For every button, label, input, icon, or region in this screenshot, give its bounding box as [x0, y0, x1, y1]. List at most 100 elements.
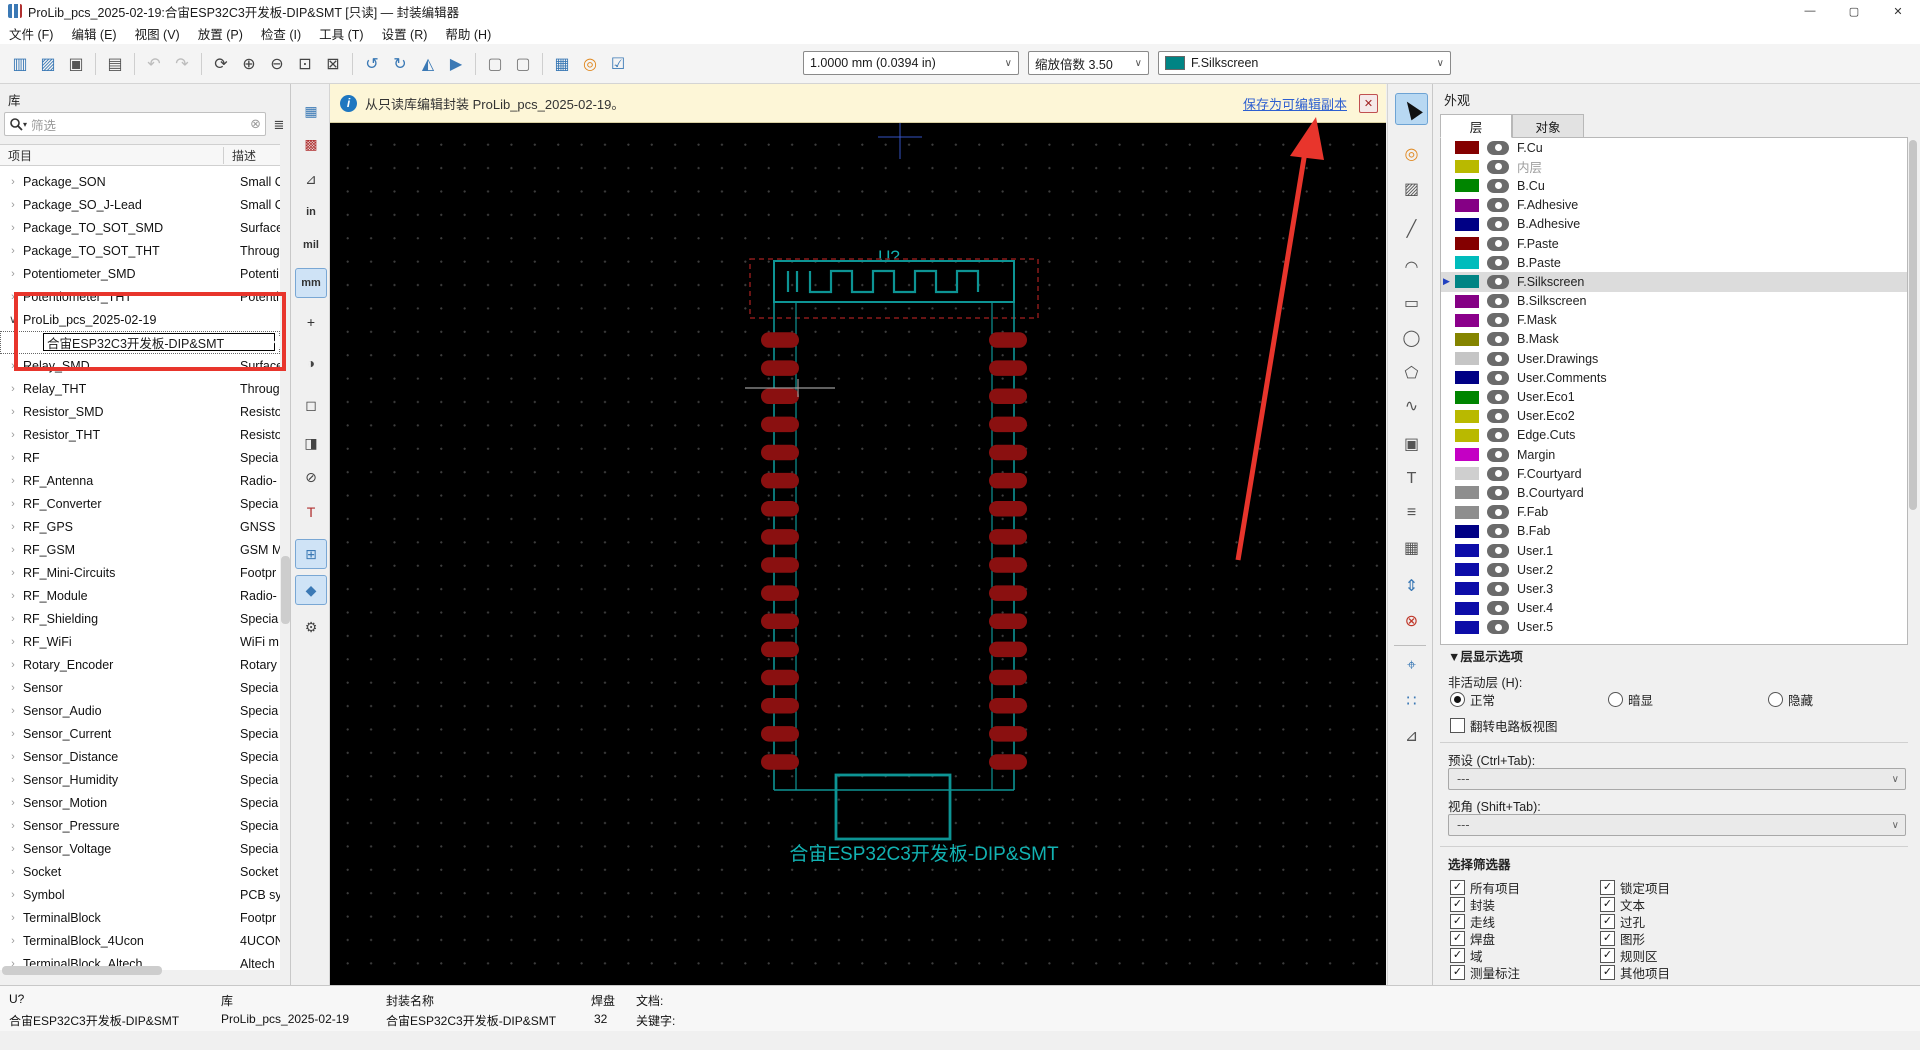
tree-row[interactable]: ›TerminalBlockFootpr	[0, 906, 280, 929]
library-name[interactable]: RF_Module	[23, 589, 88, 603]
layer-row-user-eco2[interactable]: ▶User.Eco2	[1441, 407, 1907, 426]
smd-pad[interactable]	[761, 670, 799, 686]
expand-icon[interactable]: ›	[6, 406, 20, 418]
units-inch-icon[interactable]: in	[295, 197, 327, 227]
expand-icon[interactable]: ›	[6, 728, 20, 740]
arc-tool-icon[interactable]: ◠	[1395, 251, 1428, 283]
layer-color-swatch[interactable]	[1455, 582, 1479, 595]
zoom-combo[interactable]: 缩放倍数 3.50∨	[1028, 51, 1149, 75]
library-name[interactable]: Sensor_Voltage	[23, 842, 111, 856]
infobar-close-icon[interactable]: ✕	[1359, 94, 1378, 113]
smd-pad[interactable]	[761, 417, 799, 433]
radio-normal[interactable]: 正常	[1450, 690, 1495, 709]
tree-row[interactable]: ›Sensor_MotionSpecia	[0, 791, 280, 814]
radio-dim[interactable]: 暗显	[1608, 690, 1653, 709]
pcb-canvas[interactable]: U? 合宙ESP32C3开发板-DI	[330, 123, 1386, 985]
expand-icon[interactable]: ›	[6, 912, 20, 924]
layer-name[interactable]: User.5	[1517, 620, 1553, 634]
layer-row-user-comments[interactable]: ▶User.Comments	[1441, 368, 1907, 387]
library-search-input[interactable]: ▾ 筛选 ⊗	[4, 112, 266, 136]
grid-origin-tool-icon[interactable]: ∷	[1395, 685, 1428, 717]
layer-name[interactable]: Margin	[1517, 448, 1555, 462]
layer-name[interactable]: B.Mask	[1517, 332, 1559, 346]
layer-color-swatch[interactable]	[1455, 275, 1479, 288]
smd-pad[interactable]	[761, 585, 799, 601]
maximize-button[interactable]: ▢	[1832, 0, 1876, 22]
layer-row-b-courtyard[interactable]: ▶B.Courtyard	[1441, 483, 1907, 502]
tree-row[interactable]: ›RF_ConverterSpecia	[0, 492, 280, 515]
expand-icon[interactable]: ›	[6, 452, 20, 464]
library-name[interactable]: Relay_SMD	[23, 359, 90, 373]
smd-pad[interactable]	[761, 501, 799, 517]
rectangle-tool-icon[interactable]: ▭	[1395, 287, 1428, 319]
smd-pad[interactable]	[761, 529, 799, 545]
layer-row-f-silkscreen[interactable]: ▶F.Silkscreen	[1441, 272, 1907, 291]
zoom-out-icon[interactable]: ⊖	[264, 51, 290, 77]
pad-sketch-icon[interactable]: ◻	[295, 390, 327, 420]
layer-row-user-1[interactable]: ▶User.1	[1441, 541, 1907, 560]
layer-display-options-header[interactable]: ▼层显示选项	[1448, 646, 1523, 665]
library-name[interactable]: TerminalBlock_4Ucon	[23, 934, 144, 948]
clear-search-icon[interactable]: ⊗	[250, 116, 261, 132]
smd-pad[interactable]	[989, 670, 1027, 686]
smd-pad[interactable]	[989, 642, 1027, 658]
layer-color-swatch[interactable]	[1455, 256, 1479, 269]
library-name[interactable]: ProLib_pcs_2025-02-19	[23, 313, 156, 327]
tree-sort-button[interactable]: ≣	[268, 112, 290, 138]
layer-row-user-4[interactable]: ▶User.4	[1441, 599, 1907, 618]
pad-tool-icon[interactable]: ◎	[1395, 138, 1428, 170]
expand-icon[interactable]: ›	[6, 820, 20, 832]
layer-color-swatch[interactable]	[1455, 352, 1479, 365]
footprint-tree-icon[interactable]: ⊞	[295, 539, 327, 569]
layer-color-swatch[interactable]	[1455, 295, 1479, 308]
library-name[interactable]: Sensor_Pressure	[23, 819, 120, 833]
anchor-tool-icon[interactable]: ⌖	[1395, 650, 1428, 682]
library-name[interactable]: RF_Mini-Circuits	[23, 566, 115, 580]
layer-row-b-fab[interactable]: ▶B.Fab	[1441, 522, 1907, 541]
save-editable-copy-link[interactable]: 保存为可编辑副本	[1243, 94, 1347, 113]
layer-row-user-2[interactable]: ▶User.2	[1441, 560, 1907, 579]
layer-row-f-paste[interactable]: ▶F.Paste	[1441, 234, 1907, 253]
tree-row[interactable]: ›Sensor_PressureSpecia	[0, 814, 280, 837]
layer-row-内层[interactable]: ▶内层	[1441, 157, 1907, 176]
layer-row-user-5[interactable]: ▶User.5	[1441, 618, 1907, 637]
library-name[interactable]: RF_Converter	[23, 497, 102, 511]
library-name[interactable]: RF_GPS	[23, 520, 73, 534]
expand-icon[interactable]: ›	[6, 222, 20, 234]
smd-pad[interactable]	[761, 642, 799, 658]
smd-pad[interactable]	[989, 585, 1027, 601]
smd-pad[interactable]	[989, 698, 1027, 714]
tab-objects[interactable]: 对象	[1512, 114, 1584, 138]
layer-color-swatch[interactable]	[1455, 160, 1479, 173]
tree-row[interactable]: ›Sensor_VoltageSpecia	[0, 837, 280, 860]
expand-icon[interactable]: ›	[6, 498, 20, 510]
layer-name[interactable]: User.1	[1517, 544, 1553, 558]
layer-visibility-eye-icon[interactable]	[1487, 390, 1509, 404]
layer-name[interactable]: F.Paste	[1517, 237, 1559, 251]
expand-icon[interactable]: ›	[6, 636, 20, 648]
tree-row[interactable]: ›RF_GPSGNSS	[0, 515, 280, 538]
zoom-in-icon[interactable]: ⊕	[236, 51, 262, 77]
grid-size-combo[interactable]: 1.0000 mm (0.0394 in)∨	[803, 51, 1019, 75]
menu-i[interactable]: 检查 (I)	[252, 22, 310, 44]
library-name[interactable]: RF_Shielding	[23, 612, 98, 626]
tree-row[interactable]: ›Relay_THTThroug	[0, 377, 280, 400]
ungroup-icon[interactable]: ▢	[510, 51, 536, 77]
smd-pad[interactable]	[989, 754, 1027, 770]
layer-name[interactable]: B.Fab	[1517, 524, 1550, 538]
menu-f[interactable]: 文件 (F)	[0, 22, 62, 44]
tree-row[interactable]: ›Potentiometer_SMDPotenti	[0, 262, 280, 285]
units-mm-icon[interactable]: mm	[295, 268, 327, 298]
rotate-cw-icon[interactable]: ↻	[387, 51, 413, 77]
tree-row[interactable]: ›SymbolPCB sy	[0, 883, 280, 906]
search-options-arrow-icon[interactable]: ▾	[23, 120, 27, 129]
layer-name[interactable]: B.Silkscreen	[1517, 294, 1586, 308]
layers-manager-icon[interactable]: ◆	[295, 575, 327, 605]
library-name[interactable]: Symbol	[23, 888, 65, 902]
tree-row[interactable]: ›Potentiometer_THTPotenti	[0, 285, 280, 308]
expand-icon[interactable]: ›	[6, 521, 20, 533]
units-mil-icon[interactable]: mil	[295, 230, 327, 260]
layer-name[interactable]: B.Cu	[1517, 179, 1545, 193]
footprint-properties-icon[interactable]: ▦	[549, 51, 575, 77]
expand-icon[interactable]: ›	[6, 245, 20, 257]
